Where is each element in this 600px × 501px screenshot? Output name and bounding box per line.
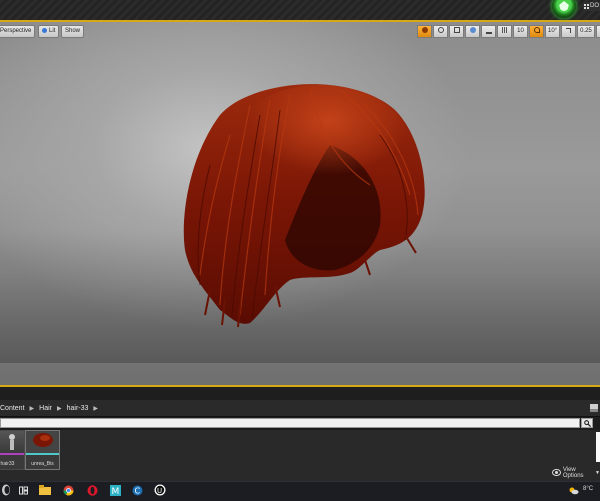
svg-text:M: M bbox=[111, 487, 119, 496]
windows-logo-icon bbox=[2, 484, 10, 496]
rotate-icon bbox=[437, 27, 444, 34]
task-view-icon[interactable] bbox=[17, 484, 29, 496]
svg-text:C: C bbox=[134, 486, 140, 495]
figure-icon bbox=[9, 434, 15, 450]
rotation-snap-button[interactable] bbox=[529, 25, 544, 38]
rotation-snap-value[interactable]: 10° bbox=[545, 25, 561, 38]
move-icon bbox=[421, 27, 428, 34]
show-button[interactable]: Show bbox=[61, 25, 85, 38]
surface-snap-icon bbox=[485, 26, 492, 35]
breadcrumb: Content ▶ Hair ▶ hair-33 ▶ bbox=[0, 400, 600, 417]
unreal-engine-icon[interactable]: U bbox=[154, 484, 166, 496]
app-c-icon[interactable]: C bbox=[131, 484, 143, 496]
viewport-transform-toolbar: 10 10° 0.25 3 bbox=[417, 25, 600, 38]
file-explorer-icon[interactable] bbox=[39, 484, 51, 496]
perspective-label: Perspective bbox=[0, 28, 32, 34]
layout-menu[interactable]: DO bbox=[583, 2, 600, 11]
svg-text:U: U bbox=[157, 487, 162, 495]
asset-grid bbox=[0, 430, 600, 481]
show-label: Show bbox=[65, 28, 81, 34]
asset-tile-groom[interactable]: unrea_Bis bbox=[25, 430, 60, 470]
weather-icon[interactable] bbox=[567, 484, 579, 496]
grid-size-value[interactable]: 10 bbox=[513, 25, 528, 38]
scale-snap-button[interactable] bbox=[561, 25, 577, 38]
chevron-right-icon[interactable]: ▶ bbox=[57, 405, 62, 412]
content-browser-header bbox=[0, 387, 600, 400]
hair-icon bbox=[33, 433, 53, 447]
asset-tile-hair33[interactable]: hair33 bbox=[0, 430, 25, 470]
search-icon bbox=[584, 420, 591, 427]
surface-snap-button[interactable] bbox=[481, 25, 496, 38]
grid-snap-icon bbox=[501, 27, 508, 34]
chevron-down-icon: ▼ bbox=[595, 469, 600, 476]
opera-icon[interactable] bbox=[86, 484, 98, 496]
scale-mode-button[interactable] bbox=[449, 25, 464, 38]
search-button[interactable] bbox=[581, 418, 593, 428]
hair-thumbnail-icon bbox=[26, 431, 59, 453]
asset-label: unrea_Bis bbox=[31, 461, 54, 467]
start-icon[interactable] bbox=[0, 484, 12, 496]
view-options-button[interactable]: View Options ▼ bbox=[552, 466, 600, 479]
asset-type-stripe bbox=[0, 453, 24, 455]
breadcrumb-hair-33[interactable]: hair-33 bbox=[67, 405, 89, 412]
hair-mesh-preview bbox=[183, 84, 425, 328]
grid-snap-button[interactable] bbox=[497, 25, 512, 38]
preview-panel-edge bbox=[596, 432, 600, 462]
angle-icon bbox=[533, 27, 540, 34]
scale-snap-icon bbox=[566, 27, 572, 33]
chevron-right-icon[interactable]: ▶ bbox=[93, 405, 98, 412]
skeleton-thumbnail-icon bbox=[0, 431, 24, 453]
select-mode-button[interactable] bbox=[417, 25, 432, 38]
asset-label: hair33 bbox=[0, 461, 15, 467]
camera-speed-button[interactable] bbox=[595, 25, 600, 38]
world-local-button[interactable] bbox=[465, 25, 480, 38]
globe-icon bbox=[469, 27, 476, 34]
lit-sphere-icon bbox=[42, 27, 47, 33]
rotate-mode-button[interactable] bbox=[433, 25, 448, 38]
play-icon bbox=[559, 1, 569, 11]
layout-menu-label: DO bbox=[590, 3, 599, 9]
grid-icon bbox=[584, 4, 589, 9]
view-options-label: View Options bbox=[562, 466, 584, 479]
chevron-right-icon[interactable]: ▶ bbox=[30, 405, 35, 412]
eye-icon bbox=[552, 469, 561, 476]
save-icon[interactable] bbox=[590, 404, 598, 412]
app-m-icon[interactable]: M bbox=[109, 484, 121, 496]
asset-type-stripe bbox=[26, 453, 59, 455]
scale-icon bbox=[453, 27, 460, 34]
lit-button[interactable]: Lit bbox=[38, 25, 60, 38]
chrome-icon[interactable] bbox=[62, 484, 74, 496]
breadcrumb-content[interactable]: Content bbox=[0, 405, 25, 412]
lit-label: Lit bbox=[49, 28, 56, 34]
perspective-button[interactable]: Perspective bbox=[0, 25, 36, 38]
temperature-label[interactable]: 8°C bbox=[583, 486, 593, 492]
search-input[interactable] bbox=[0, 418, 580, 428]
breadcrumb-hair[interactable]: Hair bbox=[39, 405, 52, 412]
scale-snap-value[interactable]: 0.25 bbox=[577, 25, 595, 38]
